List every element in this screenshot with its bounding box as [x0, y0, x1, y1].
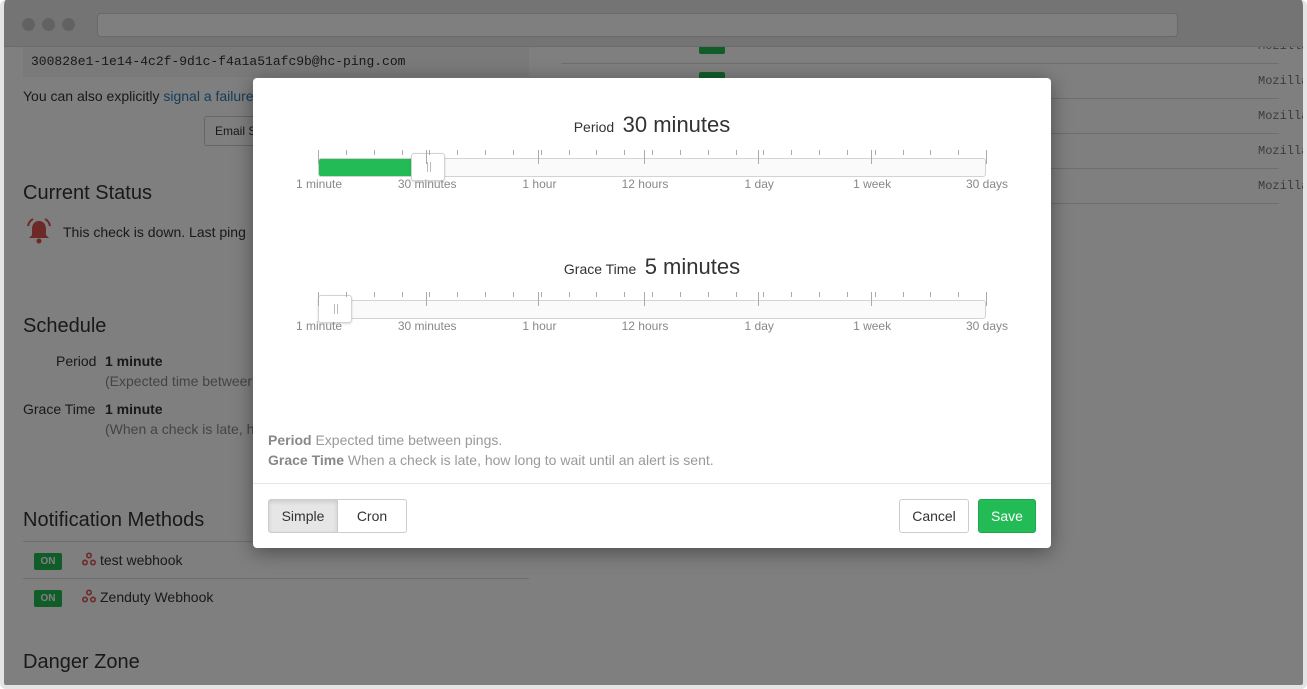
scale-label: 30 days — [965, 177, 1009, 191]
scale-minor-tick — [846, 292, 848, 297]
scale-minor-tick — [679, 292, 681, 297]
scale-label: 1 minute — [295, 177, 343, 191]
scale-major-tick — [643, 292, 645, 306]
scale-label: 1 day — [744, 319, 774, 333]
scale-minor-tick — [485, 292, 486, 297]
scale-minor-tick — [512, 292, 514, 297]
scale-minor-tick — [457, 150, 459, 155]
scale-minor-tick — [930, 292, 932, 297]
browser-window: 300828e1-1e14-4c2f-9d1c-f4a1a51afc9b@hc-… — [0, 0, 1307, 689]
scale-minor-tick — [791, 150, 793, 155]
scale-minor-tick — [429, 150, 431, 155]
scale-minor-tick — [429, 292, 431, 297]
scale-minor-tick — [819, 292, 820, 297]
simple-mode-button[interactable]: Simple — [268, 499, 338, 533]
scale-label: 1 week — [853, 177, 892, 191]
scale-major-tick — [758, 292, 760, 306]
scale-minor-tick — [401, 150, 403, 155]
scale-label: 1 hour — [522, 177, 557, 191]
scale-major-tick — [871, 292, 873, 306]
scale-minor-tick — [652, 292, 653, 297]
cancel-button[interactable]: Cancel — [899, 499, 969, 533]
scale-major-tick — [643, 150, 645, 164]
scale-minor-tick — [540, 292, 542, 297]
scale-major-tick — [538, 292, 540, 306]
save-button[interactable]: Save — [978, 499, 1036, 533]
modal-footer-divider — [253, 483, 1051, 484]
scale-minor-tick — [540, 150, 542, 155]
scale-major-tick — [318, 150, 319, 164]
scale-minor-tick — [624, 150, 626, 155]
help-grace: Grace Time When a check is late, how lon… — [268, 452, 714, 468]
help-period: Period Expected time between pings. — [268, 432, 503, 448]
scale-major-tick — [871, 150, 873, 164]
scale-major-tick — [758, 150, 760, 164]
scale-minor-tick — [707, 292, 709, 297]
scale-minor-tick — [902, 150, 904, 155]
scale-minor-tick — [707, 150, 709, 155]
grace-slider-block: Grace Time 5 minutes 1 minute 30 minutes 1… — [253, 254, 1051, 384]
scale-minor-tick — [345, 292, 347, 297]
scale-label: 12 hours — [621, 319, 669, 333]
scale-minor-tick — [763, 150, 765, 155]
update-timeout-dialog: Period 30 minutes 1 minute 30 minutes 1 ho… — [253, 78, 1051, 548]
scale-minor-tick — [846, 150, 848, 155]
scale-major-tick — [426, 150, 428, 164]
scale-minor-tick — [568, 292, 570, 297]
scale-minor-tick — [624, 292, 626, 297]
scale-major-tick — [318, 292, 319, 306]
help-text: Period Expected time between pings. Grac… — [268, 430, 714, 470]
scale-minor-tick — [596, 150, 598, 155]
scale-minor-tick — [512, 150, 514, 155]
scale-minor-tick — [874, 292, 876, 297]
period-scale: 1 minute 30 minutes 1 hour 12 hours 1 day 1 w… — [253, 52, 1051, 191]
scale-minor-tick — [596, 292, 598, 297]
scale-minor-tick — [345, 150, 347, 155]
scale-minor-tick — [791, 292, 793, 297]
scale-major-tick — [986, 292, 987, 306]
scale-minor-tick — [373, 292, 375, 297]
scale-major-tick — [426, 292, 428, 306]
scale-minor-tick — [763, 292, 765, 297]
scale-minor-tick — [373, 150, 375, 155]
scale-minor-tick — [902, 292, 904, 297]
scale-minor-tick — [735, 150, 737, 155]
scale-minor-tick — [679, 150, 681, 155]
scale-minor-tick — [930, 150, 932, 155]
grace-scale: 1 minute 30 minutes 1 hour 12 hours 1 day 1 w… — [253, 194, 1051, 333]
scale-label: 30 minutes — [397, 177, 457, 191]
scale-label: 1 minute — [295, 319, 343, 333]
scale-minor-tick — [735, 292, 737, 297]
scale-minor-tick — [485, 150, 486, 155]
scale-label: 12 hours — [621, 177, 669, 191]
scale-minor-tick — [874, 150, 876, 155]
scale-label: 1 day — [744, 177, 774, 191]
scale-minor-tick — [958, 292, 960, 297]
scale-minor-tick — [568, 150, 570, 155]
scale-major-tick — [538, 150, 540, 164]
scale-label: 30 days — [965, 319, 1009, 333]
scale-minor-tick — [652, 150, 653, 155]
scale-minor-tick — [819, 150, 820, 155]
scale-minor-tick — [401, 292, 403, 297]
scale-label: 1 week — [853, 319, 892, 333]
scale-minor-tick — [457, 292, 459, 297]
scale-label: 30 minutes — [397, 319, 457, 333]
scale-label: 1 hour — [522, 319, 557, 333]
cron-mode-button[interactable]: Cron — [337, 499, 407, 533]
scale-minor-tick — [958, 150, 960, 155]
scale-major-tick — [986, 150, 987, 164]
